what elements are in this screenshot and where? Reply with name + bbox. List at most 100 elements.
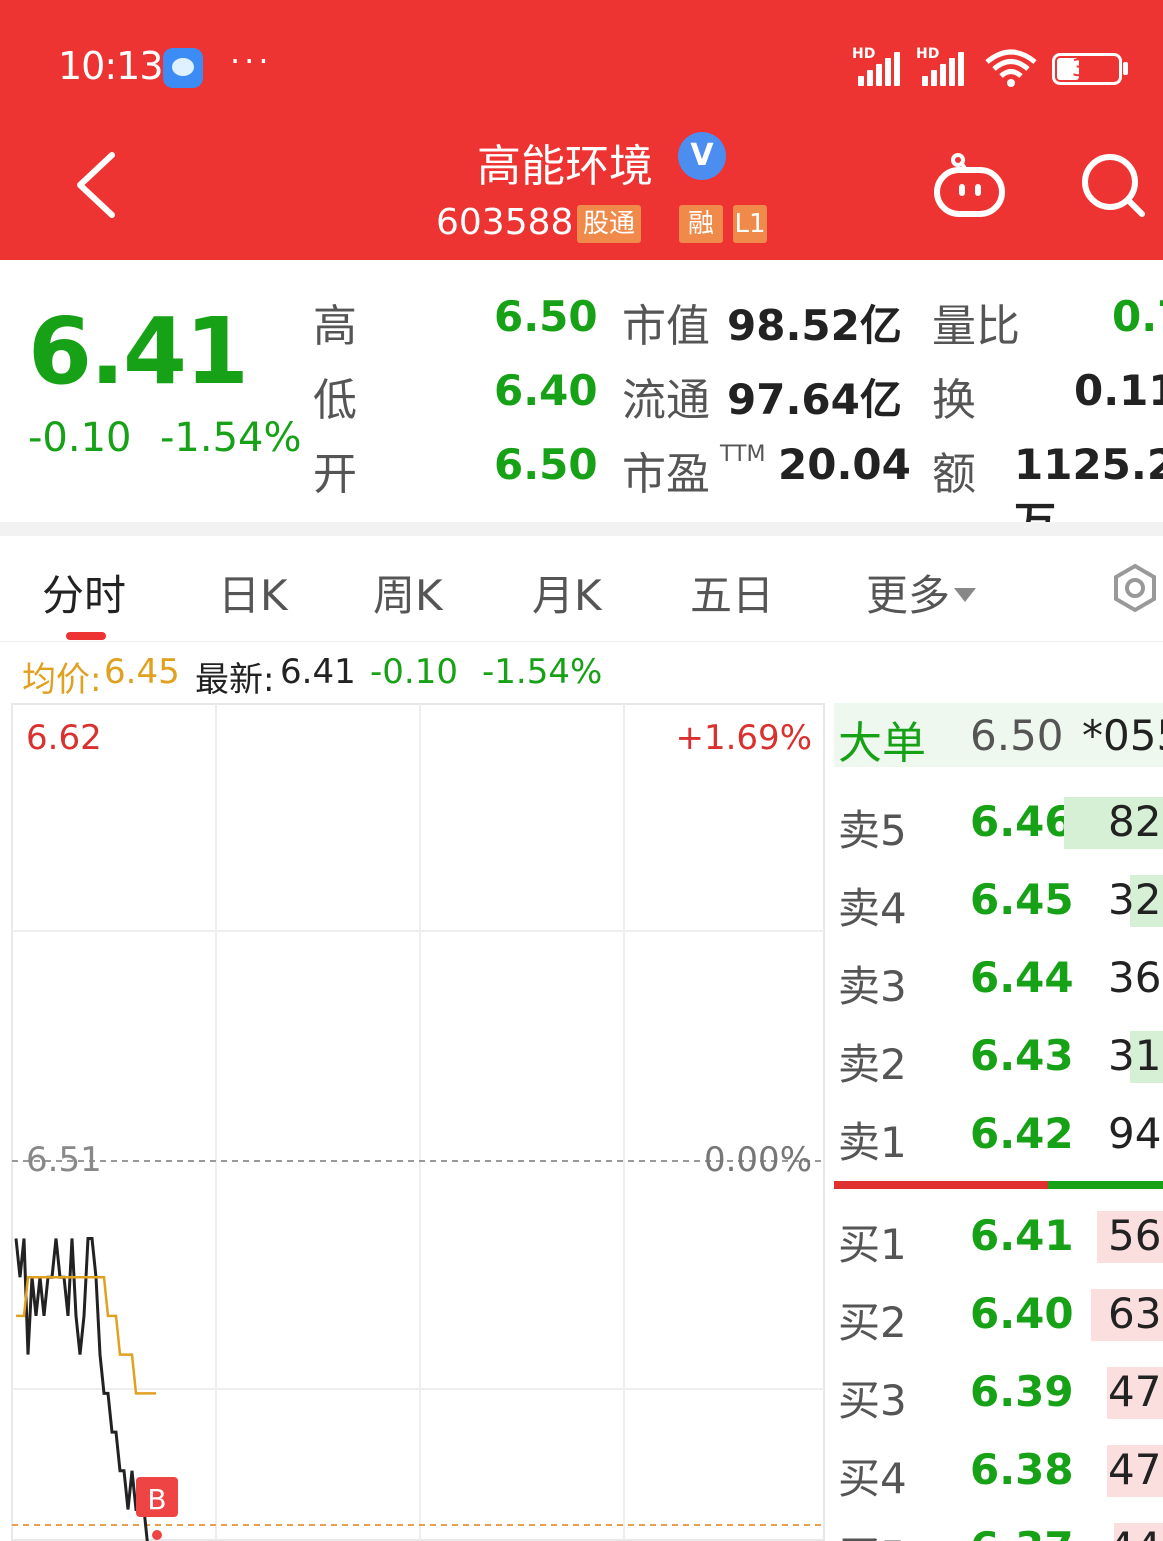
signal-icon: HD <box>852 46 906 86</box>
stock-code: 603588 <box>436 202 574 243</box>
pe-ttm-label: TTM <box>720 442 766 467</box>
tab-more[interactable]: 更多 <box>866 562 977 623</box>
avg-value: 6.45 <box>104 652 180 692</box>
low-label: 低 <box>313 375 357 426</box>
bid-volume: 567 <box>1108 1211 1163 1260</box>
bid-row[interactable]: 买1 6.41 567 <box>834 1205 1163 1269</box>
ask-row[interactable]: 卖1 6.42 94 <box>834 1103 1163 1167</box>
tab-weekly-k[interactable]: 周K <box>373 562 443 623</box>
ask-row[interactable]: 卖4 6.45 320 <box>834 869 1163 933</box>
back-icon[interactable] <box>70 150 130 220</box>
info-change-pct: -1.54% <box>482 652 603 692</box>
pct-top: +1.69% <box>676 718 813 758</box>
open-value: 6.50 <box>494 440 598 489</box>
high-value: 6.50 <box>494 292 598 341</box>
low-value: 6.40 <box>494 366 598 415</box>
ask-price: 6.42 <box>970 1109 1074 1158</box>
tag-level1: L1 <box>733 205 767 243</box>
ask-row[interactable]: 卖5 6.46 820 <box>834 791 1163 855</box>
buy-marker[interactable]: B <box>136 1477 178 1540</box>
chart-tabs: 分时 日K 周K 月K 五日 更多 <box>0 536 1163 642</box>
buy-marker-dot <box>152 1530 162 1540</box>
tab-daily-k[interactable]: 日K <box>218 562 288 623</box>
bid-level-label: 买4 <box>838 1454 907 1503</box>
battery-icon: 34 <box>1052 53 1122 85</box>
high-label: 高 <box>313 301 357 352</box>
price-change: -0.10 <box>28 415 132 461</box>
amount-label: 额 <box>932 449 976 500</box>
bid-volume: 477 <box>1108 1367 1163 1416</box>
vol-ratio-label: 量比 <box>932 301 1020 352</box>
bid-volume: 630 <box>1108 1289 1163 1338</box>
section-gap <box>0 522 1163 536</box>
float-value: 97.64亿 <box>727 375 902 424</box>
verified-icon: V <box>678 132 726 180</box>
status-time: 10:13 <box>58 44 164 88</box>
mktcap-label: 市值 <box>622 301 710 352</box>
ask-row[interactable]: 卖2 6.43 319 <box>834 1025 1163 1089</box>
pe-value: 20.04 <box>778 440 911 489</box>
bid-row[interactable]: 买5 6.37 441 <box>834 1517 1163 1541</box>
ask-level-label: 卖5 <box>838 806 907 855</box>
bid-row[interactable]: 买4 6.38 479 <box>834 1439 1163 1503</box>
ask-level-label: 卖1 <box>838 1118 907 1167</box>
ask-volume: 94 <box>1108 1109 1162 1158</box>
vol-ratio-value: 0.7 <box>1112 292 1163 341</box>
bid-row[interactable]: 买3 6.39 477 <box>834 1361 1163 1425</box>
pct-ref: 0.00% <box>704 1140 812 1180</box>
intraday-chart[interactable]: 6.62 6.51 +1.69% 0.00% B <box>0 703 828 1541</box>
price-change-pct: -1.54% <box>160 415 302 461</box>
chart-canvas: 6.62 6.51 +1.69% 0.00% B <box>11 703 825 1541</box>
tab-active-indicator <box>66 632 106 640</box>
ask-volume: 36 <box>1108 953 1162 1002</box>
last-price: 6.41 <box>28 298 249 405</box>
ask-level-label: 卖2 <box>838 1040 907 1089</box>
amount-value: 1125.2万 <box>1014 440 1163 522</box>
tab-monthly-k[interactable]: 月K <box>532 562 602 623</box>
ytick-ref: 6.51 <box>26 1140 102 1180</box>
big-order-row[interactable]: 大单 6.50 *055 <box>834 703 1163 769</box>
turnover-label: 换 <box>932 375 976 426</box>
order-book: 大单 6.50 *055 卖5 6.46 820 卖4 6.45 320 卖3 … <box>828 703 1163 1541</box>
quote-summary: 6.41 -0.10 -1.54% 高 低 开 6.50 6.40 6.50 市… <box>0 260 1163 522</box>
ask-price: 6.46 <box>970 797 1074 846</box>
wifi-icon <box>985 49 1037 87</box>
robot-icon[interactable] <box>932 152 1007 218</box>
chevron-down-icon <box>954 588 977 602</box>
bid-level-label: 买2 <box>838 1298 907 1347</box>
tag-margin: 融 <box>679 205 723 243</box>
bid-price: 6.40 <box>970 1289 1074 1338</box>
signal-icon-2: HD <box>916 46 970 86</box>
bid-price: 6.37 <box>970 1523 1074 1541</box>
ask-level-label: 卖4 <box>838 884 907 933</box>
bid-price: 6.41 <box>970 1211 1074 1260</box>
turnover-value: 0.11 <box>1074 366 1163 415</box>
float-label: 流通 <box>622 375 710 426</box>
latest-value: 6.41 <box>280 652 356 692</box>
tab-more-label: 更多 <box>866 571 951 620</box>
mktcap-value: 98.52亿 <box>727 301 902 350</box>
bid-volume: 441 <box>1108 1523 1163 1541</box>
big-order-label: 大单 <box>838 718 926 769</box>
avg-label: 均价: <box>22 660 102 700</box>
settings-icon[interactable] <box>1110 563 1160 613</box>
tab-intraday[interactable]: 分时 <box>42 562 126 623</box>
bid-level-label: 买1 <box>838 1220 907 1269</box>
bid-row[interactable]: 买2 6.40 630 <box>834 1283 1163 1347</box>
app-notification-icon <box>163 48 203 88</box>
ask-price: 6.44 <box>970 953 1074 1002</box>
tab-five-day[interactable]: 五日 <box>690 562 774 623</box>
stock-name: 高能环境 <box>477 141 653 192</box>
ask-price: 6.45 <box>970 875 1074 924</box>
bid-level-label: 买3 <box>838 1376 907 1425</box>
chart-grid <box>11 703 825 1541</box>
pe-label: 市盈 <box>622 449 710 500</box>
ask-volume: 820 <box>1108 797 1163 846</box>
ask-price: 6.43 <box>970 1031 1074 1080</box>
search-icon[interactable] <box>1078 150 1148 220</box>
ask-row[interactable]: 卖3 6.44 36 <box>834 947 1163 1011</box>
bid-ratio-bar <box>834 1181 1048 1189</box>
tag-stock-connect: 股通 <box>577 205 641 243</box>
buy-marker-label: B <box>147 1483 166 1516</box>
bid-volume: 479 <box>1108 1445 1163 1494</box>
